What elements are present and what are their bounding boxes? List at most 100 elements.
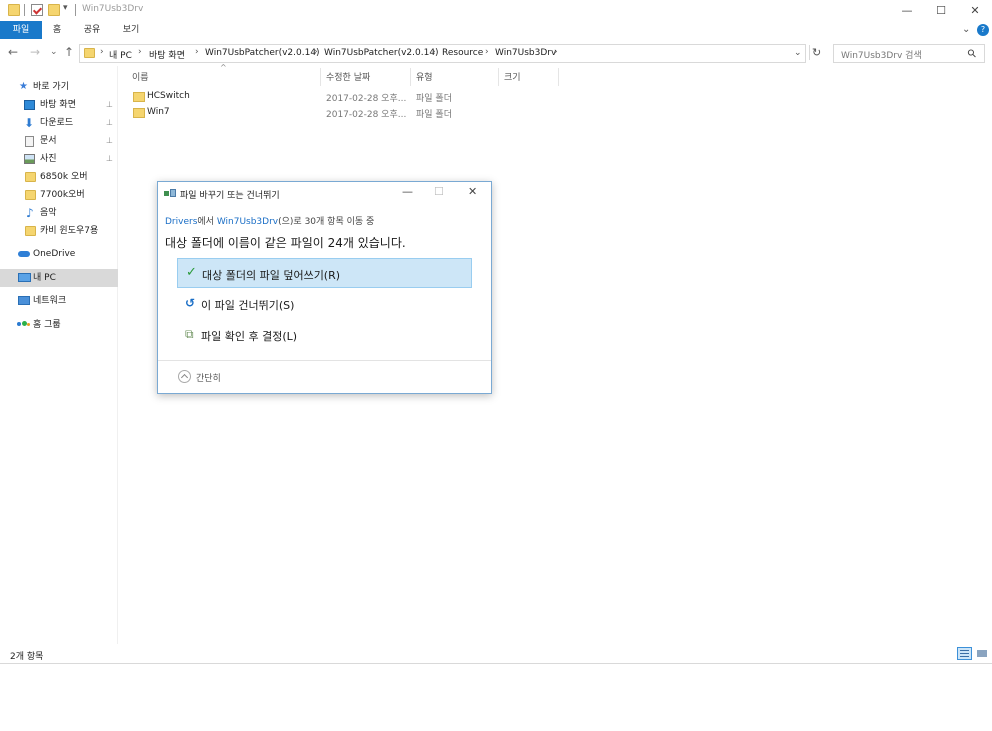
sidebar-item-homegroup[interactable]: 홈 그룹 bbox=[0, 316, 118, 334]
sidebar-item-music[interactable]: ♪ 음악 bbox=[0, 204, 118, 222]
sidebar-item-quick-access[interactable]: ★ 바로 가기 bbox=[0, 78, 118, 96]
sidebar-item-7700k[interactable]: 7700k오버 bbox=[0, 186, 118, 204]
pin-icon[interactable]: ⊥ bbox=[106, 96, 113, 114]
sidebar-item-kaby-win7[interactable]: 카비 윈도우7용 bbox=[0, 222, 118, 240]
sidebar-item-pictures[interactable]: 사진 ⊥ bbox=[0, 150, 118, 168]
tab-view[interactable]: 보기 bbox=[117, 21, 145, 39]
address-dropdown-icon[interactable]: ⌄ bbox=[794, 48, 802, 58]
search-icon[interactable]: ⚲ bbox=[965, 46, 980, 61]
pin-icon[interactable]: ⊥ bbox=[106, 150, 113, 168]
checkmark-icon: ✓ bbox=[186, 265, 197, 280]
file-row-hcswitch[interactable]: HCSwitch 2017-02-28 오후... 파일 폴더 bbox=[130, 89, 470, 105]
sidebar-item-desktop[interactable]: 바탕 화면 ⊥ bbox=[0, 96, 118, 114]
file-modified: 2017-02-28 오후... bbox=[326, 110, 407, 120]
breadcrumb-separator[interactable]: › bbox=[138, 47, 142, 57]
sidebar-item-network[interactable]: 네트워크 bbox=[0, 292, 118, 310]
fewer-details-button[interactable]: 간단히 bbox=[196, 371, 221, 384]
skip-icon: ↺ bbox=[185, 296, 196, 310]
properties-icon[interactable] bbox=[31, 4, 43, 16]
sidebar-item-onedrive[interactable]: OneDrive bbox=[0, 245, 118, 263]
search-input[interactable]: Win7Usb3Drv 검색 ⚲ bbox=[833, 44, 985, 63]
tab-share[interactable]: 공유 bbox=[78, 21, 106, 39]
breadcrumb-desktop[interactable]: 바탕 화면 bbox=[149, 48, 185, 61]
breadcrumb-current[interactable]: Win7Usb3Drv bbox=[495, 48, 556, 58]
file-type: 파일 폴더 bbox=[416, 110, 452, 120]
sidebar-item-label: 내 PC bbox=[33, 273, 56, 283]
sidebar-item-label: 다운로드 bbox=[40, 118, 74, 128]
collapse-details-icon[interactable] bbox=[178, 370, 191, 383]
sidebar-item-label: 문서 bbox=[40, 136, 57, 146]
sidebar-item-downloads[interactable]: ⬇ 다운로드 ⊥ bbox=[0, 114, 118, 132]
breadcrumb-my-pc[interactable]: 내 PC bbox=[109, 48, 132, 61]
replace-files-option[interactable]: ✓ 대상 폴더의 파일 덮어쓰기(R) bbox=[177, 258, 472, 288]
sidebar-item-label: 음악 bbox=[40, 208, 57, 218]
pin-icon[interactable]: ⊥ bbox=[106, 114, 113, 132]
breadcrumb-separator[interactable]: › bbox=[432, 47, 436, 57]
sidebar-item-documents[interactable]: 문서 ⊥ bbox=[0, 132, 118, 150]
dialog-title: 파일 바꾸기 또는 건너뛰기 bbox=[180, 191, 280, 201]
large-icons-view-button[interactable] bbox=[974, 647, 989, 660]
dialog-minimize-button[interactable]: — bbox=[402, 185, 413, 198]
file-name: HCSwitch bbox=[147, 91, 190, 101]
pin-icon[interactable]: ⊥ bbox=[106, 132, 113, 150]
tab-home[interactable]: 홈 bbox=[46, 21, 68, 39]
homegroup-icon bbox=[17, 321, 30, 328]
help-icon[interactable]: ? bbox=[977, 24, 989, 36]
breadcrumb-separator[interactable]: › bbox=[195, 47, 199, 57]
file-row-win7[interactable]: Win7 2017-02-28 오후... 파일 폴더 bbox=[130, 105, 470, 121]
ribbon-expand-icon[interactable]: ⌄ bbox=[962, 24, 970, 35]
breadcrumb-patcher-2[interactable]: Win7UsbPatcher(v2.0.14) bbox=[324, 48, 439, 58]
destination-suffix: (으)로 30개 항목 이동 중 bbox=[278, 217, 375, 227]
sidebar-item-label: OneDrive bbox=[33, 249, 76, 259]
option-label: 이 파일 건너뛰기(S) bbox=[201, 299, 295, 312]
sidebar-item-6850k[interactable]: 6850k 오버 bbox=[0, 168, 118, 186]
maximize-button[interactable]: ☐ bbox=[924, 2, 958, 19]
new-folder-icon[interactable] bbox=[48, 4, 60, 16]
tab-file[interactable]: 파일 bbox=[0, 21, 42, 39]
breadcrumb-separator[interactable]: › bbox=[100, 47, 104, 57]
breadcrumb-separator[interactable]: › bbox=[485, 47, 489, 57]
sidebar-item-label: 7700k오버 bbox=[40, 190, 85, 200]
column-divider[interactable] bbox=[410, 68, 411, 86]
breadcrumb-separator[interactable]: › bbox=[314, 47, 318, 57]
recent-locations-button[interactable]: ⌄ bbox=[50, 47, 58, 57]
dialog-close-button[interactable]: ✕ bbox=[468, 185, 477, 198]
file-move-icon bbox=[164, 188, 176, 198]
sidebar-item-my-pc[interactable]: 내 PC bbox=[0, 269, 118, 287]
file-name: Win7 bbox=[147, 107, 170, 117]
window-title: Win7Usb3Drv bbox=[82, 4, 144, 14]
column-divider[interactable] bbox=[558, 68, 559, 86]
address-bar[interactable]: › 내 PC › 바탕 화면 › Win7UsbPatcher(v2.0.14)… bbox=[79, 44, 806, 63]
desktop-icon bbox=[24, 100, 35, 110]
column-header-modified[interactable]: 수정한 날짜 bbox=[326, 70, 370, 83]
sidebar-item-label: 6850k 오버 bbox=[40, 172, 88, 182]
column-header-name[interactable]: 이름 bbox=[132, 70, 149, 83]
divider bbox=[158, 360, 491, 361]
breadcrumb-resource[interactable]: Resource bbox=[442, 48, 483, 58]
up-button[interactable]: ↑ bbox=[64, 45, 74, 59]
compare-files-option[interactable]: ⧉ 파일 확인 후 결정(L) bbox=[177, 320, 472, 350]
folder-icon bbox=[133, 108, 145, 118]
folder-icon bbox=[84, 48, 95, 58]
column-divider[interactable] bbox=[320, 68, 321, 86]
network-icon bbox=[18, 296, 30, 305]
file-modified: 2017-02-28 오후... bbox=[326, 94, 407, 104]
column-divider[interactable] bbox=[498, 68, 499, 86]
ribbon-tabs: 파일 홈 공유 보기 ⌄ ? bbox=[0, 21, 992, 39]
back-button[interactable]: ← bbox=[8, 45, 18, 59]
dialog-maximize-button[interactable]: ☐ bbox=[434, 185, 444, 198]
customize-quick-access-icon[interactable]: ▾ bbox=[63, 3, 68, 13]
refresh-button[interactable]: ↻ bbox=[812, 46, 821, 59]
destination-folder-link[interactable]: Win7Usb3Drv bbox=[217, 217, 278, 227]
sort-ascending-icon: ^ bbox=[220, 63, 227, 72]
close-button[interactable]: ✕ bbox=[958, 2, 992, 19]
forward-button[interactable]: → bbox=[30, 45, 40, 59]
breadcrumb-separator[interactable]: › bbox=[554, 47, 558, 57]
skip-files-option[interactable]: ↺ 이 파일 건너뛰기(S) bbox=[177, 289, 472, 319]
details-view-button[interactable] bbox=[957, 647, 972, 660]
column-header-size[interactable]: 크기 bbox=[504, 70, 521, 83]
source-folder-link[interactable]: Drivers bbox=[165, 217, 197, 227]
column-header-type[interactable]: 유형 bbox=[416, 70, 433, 83]
minimize-button[interactable]: — bbox=[890, 2, 924, 19]
breadcrumb-patcher-1[interactable]: Win7UsbPatcher(v2.0.14) bbox=[205, 48, 320, 58]
